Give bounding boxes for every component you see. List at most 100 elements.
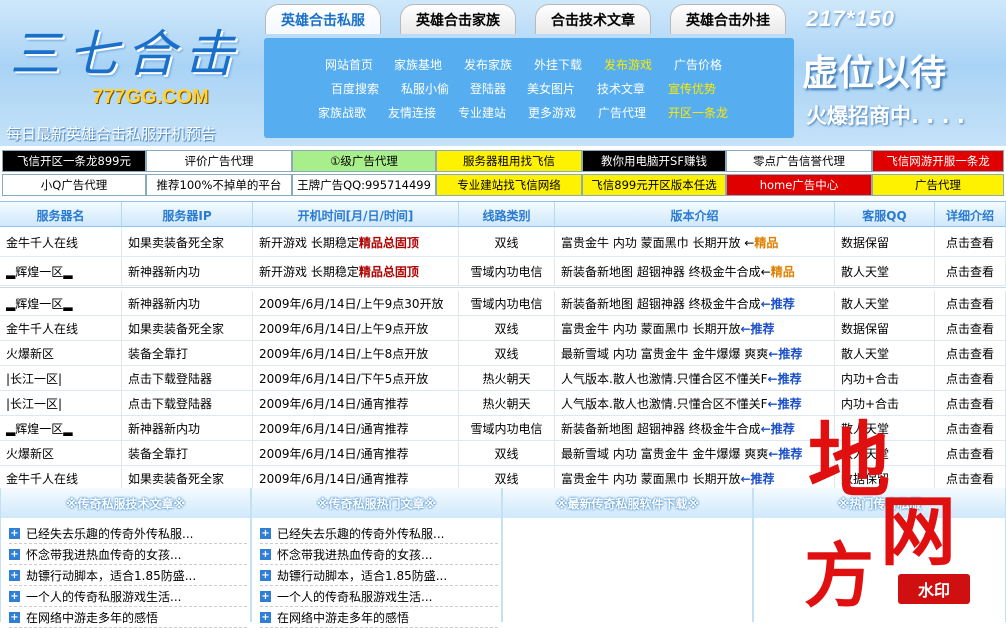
col-line-type: 线路类别 — [459, 202, 555, 228]
list-item[interactable]: + 怀念带我进热血传奇的女孩... — [9, 545, 247, 565]
line-type: 雪域内功电信 — [459, 291, 555, 315]
list-item[interactable]: + 劫镖行动脚本，适合1.85防盛... — [260, 566, 498, 586]
ad-link[interactable]: 零点广告信誉代理 — [726, 150, 872, 172]
ad-link[interactable]: ①级广告代理 — [292, 150, 436, 172]
line-type: 双线 — [459, 341, 555, 365]
line-type: 双线 — [459, 466, 555, 490]
view-detail-link[interactable]: 点击查看 — [935, 416, 1006, 440]
recommend-tag: ←推荐 — [740, 471, 775, 486]
view-detail-link[interactable]: 点击查看 — [935, 391, 1006, 415]
nav-girl-pictures[interactable]: 美女图片 — [527, 80, 575, 97]
nav-ad-agent[interactable]: 广告代理 — [598, 104, 646, 121]
table-row: ▂辉煌一区▂ 新神器新内功 2009年/6月/14日/上午9点30开放 雪域内功电信新… — [0, 291, 1006, 316]
nav-home[interactable]: 网站首页 — [325, 56, 373, 73]
ad-link[interactable]: 教你用电脑开SF赚钱 — [582, 150, 726, 172]
plus-icon: + — [260, 549, 271, 560]
list-item[interactable]: + 一个人的传奇私服游戏生活... — [9, 587, 247, 607]
nav-publish-game[interactable]: 发布游戏 — [604, 56, 652, 73]
list-item[interactable]: + 已经失去乐趣的传奇外传私服... — [260, 524, 498, 544]
nav-baidu-search[interactable]: 百度搜索 — [331, 80, 379, 97]
list-item[interactable]: + 已经失去乐趣的传奇外传私服... — [9, 524, 247, 544]
table-row: 金牛千人在线 如果卖装备死全家 2009年/6月/14日/上午9点开放 双线 富贵金牛 … — [0, 316, 1006, 341]
view-detail-link[interactable]: 点击查看 — [935, 341, 1006, 365]
qq-info: 散人天堂 — [835, 291, 935, 315]
ad-link-grid: 飞信开区一条龙899元 评价广告代理 ①级广告代理 服务器租用找飞信 教你用电脑… — [0, 150, 1006, 198]
server-name[interactable]: 火爆新区 — [0, 441, 122, 465]
nav-site-building[interactable]: 专业建站 — [458, 104, 506, 121]
ad-link[interactable]: 专业建站找飞信网络 — [436, 174, 582, 196]
server-ip: 新神器新内功 — [122, 416, 253, 440]
server-name[interactable]: 金牛千人在线 — [0, 316, 122, 340]
ad-link[interactable]: 飞信网游开服一条龙 — [872, 150, 1004, 172]
ad-link[interactable]: 小Q广告代理 — [2, 174, 146, 196]
server-ip: 如果卖装备死全家 — [122, 316, 253, 340]
tab-hero-family[interactable]: 英雄合击家族 — [400, 4, 516, 34]
version-text: 最新雪域 内功 富贵金牛 金牛爆爆 爽爽 — [561, 346, 769, 361]
tab-hero-plugin[interactable]: 英雄合击外挂 — [670, 4, 786, 34]
nav-one-stop[interactable]: 开区一条龙 — [668, 104, 728, 121]
ad-link[interactable]: home广告中心 — [726, 174, 872, 196]
view-detail-link[interactable]: 点击查看 — [935, 291, 1006, 315]
view-detail-link[interactable]: 点击查看 — [935, 229, 1006, 256]
server-name[interactable]: 金牛千人在线 — [0, 229, 122, 256]
server-ip: 点击下载登陆器 — [122, 366, 253, 390]
qq-info: 散人天堂 — [835, 341, 935, 365]
view-detail-link[interactable]: 点击查看 — [935, 441, 1006, 465]
server-name[interactable]: ▂辉煌一区▂ — [0, 291, 122, 315]
line-type: 雪域内功电信 — [459, 258, 555, 285]
list-item[interactable]: + 在网络中游走多年的感悟 — [260, 608, 498, 628]
ad-title: 虚位以待 — [802, 52, 947, 94]
view-detail-link[interactable]: 点击查看 — [935, 258, 1006, 285]
version-text: 人气版本.散人也激情.只懂合区不懂关F — [561, 396, 768, 411]
version-info: 新装备新地图 超铟神器 终极金牛合成 ←推荐 — [555, 416, 835, 440]
list-item[interactable]: + 劫镖行动脚本，适合1.85防盛... — [9, 566, 247, 586]
nav-family-song[interactable]: 家族战歌 — [318, 104, 366, 121]
open-time: 新开游戏 长期稳定 精品总固顶 — [253, 229, 459, 256]
view-detail-link[interactable]: 点击查看 — [935, 316, 1006, 340]
article-title: 怀念带我进热血传奇的女孩... — [26, 548, 182, 562]
server-name[interactable]: ▂辉煌一区▂ — [0, 416, 122, 440]
server-ip: 装备全靠打 — [122, 441, 253, 465]
ad-link[interactable]: 评价广告代理 — [146, 150, 292, 172]
nav-family-base[interactable]: 家族基地 — [394, 56, 442, 73]
ad-link[interactable]: 王牌广告QQ:995714499 — [292, 174, 436, 196]
nav-tech-articles[interactable]: 技术文章 — [597, 80, 645, 97]
server-ip: 如果卖装备死全家 — [122, 229, 253, 256]
ad-subtitle: 火爆招商中. . . . — [806, 104, 965, 128]
table-header: 服务器名 服务器IP 开机时间[月/日/时间] 线路类别 版本介绍 客服QQ 详… — [0, 201, 1006, 228]
nav-more-games[interactable]: 更多游戏 — [528, 104, 576, 121]
server-name[interactable]: 金牛千人在线 — [0, 466, 122, 490]
ad-link[interactable]: 服务器租用找飞信 — [436, 150, 582, 172]
nav-friend-links[interactable]: 友情连接 — [388, 104, 436, 121]
ad-link[interactable]: 飞信899元开区版本任选 — [582, 174, 726, 196]
nav-publish-family[interactable]: 发布家族 — [464, 56, 512, 73]
list-item[interactable]: + 怀念带我进热血传奇的女孩... — [260, 545, 498, 565]
ad-link[interactable]: 推荐100%不掉单的平台 — [146, 174, 292, 196]
nav-promo-advantage[interactable]: 宣传优势 — [668, 80, 716, 97]
tab-tech-articles[interactable]: 合击技术文章 — [535, 4, 651, 34]
article-column-downloads: ※最新传奇私服软件下载※ — [502, 488, 753, 622]
col-version: 版本介绍 — [555, 202, 835, 228]
nav-ad-price[interactable]: 广告价格 — [674, 56, 722, 73]
server-name[interactable]: |长江一区| — [0, 391, 122, 415]
ad-link[interactable]: 广告代理 — [872, 174, 1004, 196]
list-item[interactable]: + 在网络中游走多年的感悟 — [9, 608, 247, 628]
nav-launcher[interactable]: 登陆器 — [470, 80, 506, 97]
version-info: 富贵金牛 内功 蒙面黑巾 长期开放 ←推荐 — [555, 466, 835, 490]
server-name[interactable]: ▂辉煌一区▂ — [0, 258, 122, 285]
plus-icon: + — [260, 591, 271, 602]
table-row: 金牛千人在线 如果卖装备死全家 新开游戏 长期稳定 精品总固顶 双线 富贵金牛 … — [0, 229, 1006, 257]
column-title: ※最新传奇私服软件下载※ — [503, 488, 752, 518]
premium-tag: 精品 — [770, 265, 795, 279]
server-name[interactable]: |长江一区| — [0, 366, 122, 390]
view-detail-link[interactable]: 点击查看 — [935, 366, 1006, 390]
list-item[interactable]: + 一个人的传奇私服游戏生活... — [260, 587, 498, 607]
server-name[interactable]: 火爆新区 — [0, 341, 122, 365]
nav-server-thief[interactable]: 私服小偷 — [401, 80, 449, 97]
tab-hero-private-server[interactable]: 英雄合击私服 — [265, 4, 381, 34]
nav-plugin-download[interactable]: 外挂下载 — [534, 56, 582, 73]
line-type: 热火朝天 — [459, 366, 555, 390]
version-info: 富贵金牛 内功 蒙面黑巾 长期开放 ← 精品 — [555, 229, 835, 256]
server-ip: 新神器新内功 — [122, 258, 253, 285]
ad-link[interactable]: 飞信开区一条龙899元 — [2, 150, 146, 172]
